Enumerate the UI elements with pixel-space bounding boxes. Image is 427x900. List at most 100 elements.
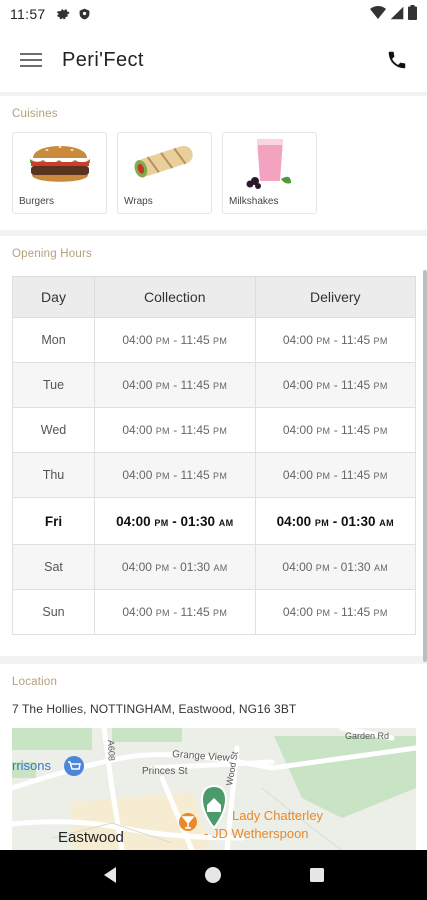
cell-collection-hours: 04:00 PM - 11:45 PM bbox=[94, 317, 256, 363]
cell-collection-hours: 04:00 PM - 11:45 PM bbox=[94, 452, 256, 498]
system-nav-bar bbox=[0, 850, 427, 900]
cell-delivery-hours: 04:00 PM - 11:45 PM bbox=[254, 317, 416, 363]
opening-hours-label: Opening Hours bbox=[12, 248, 92, 260]
opening-hours-section: Opening Hours Day Collection Delivery Mo… bbox=[0, 236, 427, 656]
cell-collection-hours: 04:00 PM - 01:30 AM bbox=[94, 544, 256, 590]
open-time: 04:00 bbox=[121, 560, 152, 574]
cell-day: Wed bbox=[12, 407, 95, 453]
opening-hours-table: Day Collection Delivery Mon 04:00 PM - 11… bbox=[12, 276, 416, 635]
open-time: 04:00 bbox=[122, 605, 153, 619]
cell-delivery-hours: 04:00 PM - 11:45 PM bbox=[254, 407, 416, 453]
place-label-rrisons: rrisons bbox=[12, 758, 52, 773]
close-ampm: PM bbox=[213, 608, 228, 618]
road-label-garden-rd: Garden Rd bbox=[345, 731, 389, 741]
cell-collection-hours: 04:00 PM - 01:30 AM bbox=[94, 497, 256, 545]
status-bar: 11:57 bbox=[0, 0, 427, 28]
table-row: Sun 04:00 PM - 11:45 PM 04:00 PM - 11:45 P… bbox=[12, 589, 416, 635]
open-time: 04:00 bbox=[116, 513, 151, 529]
close-time: 01:30 bbox=[340, 560, 371, 574]
menu-button[interactable] bbox=[0, 28, 62, 92]
open-ampm: PM bbox=[155, 336, 170, 346]
close-ampm: PM bbox=[213, 471, 228, 481]
cuisine-card-milkshakes[interactable]: Milkshakes bbox=[222, 132, 317, 214]
status-time: 11:57 bbox=[10, 6, 46, 22]
recents-button[interactable] bbox=[297, 855, 337, 895]
milkshake-image bbox=[223, 133, 316, 191]
open-time: 04:00 bbox=[282, 605, 313, 619]
back-button[interactable] bbox=[90, 855, 130, 895]
back-triangle-icon bbox=[103, 867, 116, 883]
cuisines-label: Cuisines bbox=[12, 108, 58, 120]
header-delivery: Delivery bbox=[254, 276, 416, 318]
cell-delivery-hours: 04:00 PM - 11:45 PM bbox=[254, 589, 416, 635]
place-label-eastwood: Eastwood bbox=[58, 829, 124, 846]
open-time: 04:00 bbox=[122, 468, 153, 482]
cell-delivery-hours: 04:00 PM - 11:45 PM bbox=[254, 362, 416, 408]
cuisines-section: Cuisines Burgers Wraps Milkshakes bbox=[0, 96, 427, 230]
close-time: 11:45 bbox=[180, 605, 210, 619]
open-time: 04:00 bbox=[282, 468, 313, 482]
map-canvas: Garden Rd Grange View Princes St Wood St… bbox=[12, 728, 416, 850]
cell-day: Sun bbox=[12, 589, 95, 635]
cell-delivery-hours: 04:00 PM - 11:45 PM bbox=[254, 452, 416, 498]
hamburger-icon bbox=[20, 49, 42, 71]
cell-day: Thu bbox=[12, 452, 95, 498]
open-ampm: PM bbox=[316, 426, 331, 436]
open-ampm: PM bbox=[316, 608, 331, 618]
cell-collection-hours: 04:00 PM - 11:45 PM bbox=[94, 362, 256, 408]
table-header-row: Day Collection Delivery bbox=[12, 276, 416, 318]
recents-square-icon bbox=[310, 868, 325, 882]
cuisine-label: Burgers bbox=[19, 196, 55, 207]
home-circle-icon bbox=[205, 867, 222, 883]
close-ampm: AM bbox=[373, 563, 389, 573]
wifi-icon bbox=[370, 5, 386, 23]
open-ampm: PM bbox=[314, 517, 329, 528]
app-bar: Peri'Fect bbox=[0, 28, 427, 92]
close-ampm: AM bbox=[213, 563, 228, 573]
address-text: 7 The Hollies, NOTTINGHAM, Eastwood, NG1… bbox=[12, 702, 297, 716]
close-ampm: PM bbox=[213, 336, 228, 346]
cell-day: Mon bbox=[12, 317, 95, 363]
close-time: 01:30 bbox=[341, 513, 376, 529]
cuisine-label: Milkshakes bbox=[229, 196, 279, 207]
open-time: 04:00 bbox=[122, 333, 153, 347]
battery-icon bbox=[408, 5, 417, 23]
close-ampm: AM bbox=[218, 517, 234, 528]
cell-day: Fri bbox=[12, 497, 95, 545]
open-ampm: PM bbox=[155, 426, 170, 436]
road-label-a608: A608 bbox=[106, 740, 117, 761]
cell-collection-hours: 04:00 PM - 11:45 PM bbox=[94, 589, 256, 635]
open-ampm: PM bbox=[316, 381, 331, 391]
open-time: 04:00 bbox=[282, 423, 313, 437]
close-time: 01:30 bbox=[180, 513, 216, 529]
table-row: Mon 04:00 PM - 11:45 PM 04:00 PM - 11:45 P… bbox=[12, 317, 416, 363]
close-ampm: PM bbox=[373, 381, 388, 391]
home-button[interactable] bbox=[193, 855, 233, 895]
open-time: 04:00 bbox=[282, 333, 313, 347]
poi-label-lady-chatterley: Lady Chatterley bbox=[232, 808, 324, 823]
open-ampm: PM bbox=[154, 517, 169, 528]
call-button[interactable] bbox=[367, 28, 427, 92]
settings-icon bbox=[56, 7, 70, 21]
location-map[interactable]: Garden Rd Grange View Princes St Wood St… bbox=[12, 728, 416, 850]
open-ampm: PM bbox=[316, 336, 331, 346]
header-day: Day bbox=[12, 276, 95, 318]
open-ampm: PM bbox=[315, 563, 330, 573]
close-time: 11:45 bbox=[180, 468, 210, 482]
scrollbar[interactable] bbox=[423, 270, 427, 662]
cuisine-card-wraps[interactable]: Wraps bbox=[117, 132, 212, 214]
location-section: Location 7 The Hollies, NOTTINGHAM, East… bbox=[0, 664, 427, 850]
close-time: 11:45 bbox=[180, 423, 210, 437]
burger-image bbox=[13, 133, 106, 191]
wrap-image bbox=[118, 133, 211, 191]
shopping-cart-icon bbox=[64, 756, 84, 776]
close-time: 11:45 bbox=[341, 468, 371, 482]
table-row: Wed 04:00 PM - 11:45 PM 04:00 PM - 11:45 P… bbox=[12, 407, 416, 453]
cell-day: Tue bbox=[12, 362, 95, 408]
close-ampm: PM bbox=[213, 381, 228, 391]
cuisine-card-burgers[interactable]: Burgers bbox=[12, 132, 107, 214]
close-time: 11:45 bbox=[180, 333, 210, 347]
page-title: Peri'Fect bbox=[62, 48, 144, 71]
close-ampm: PM bbox=[373, 471, 388, 481]
open-time: 04:00 bbox=[276, 513, 312, 529]
